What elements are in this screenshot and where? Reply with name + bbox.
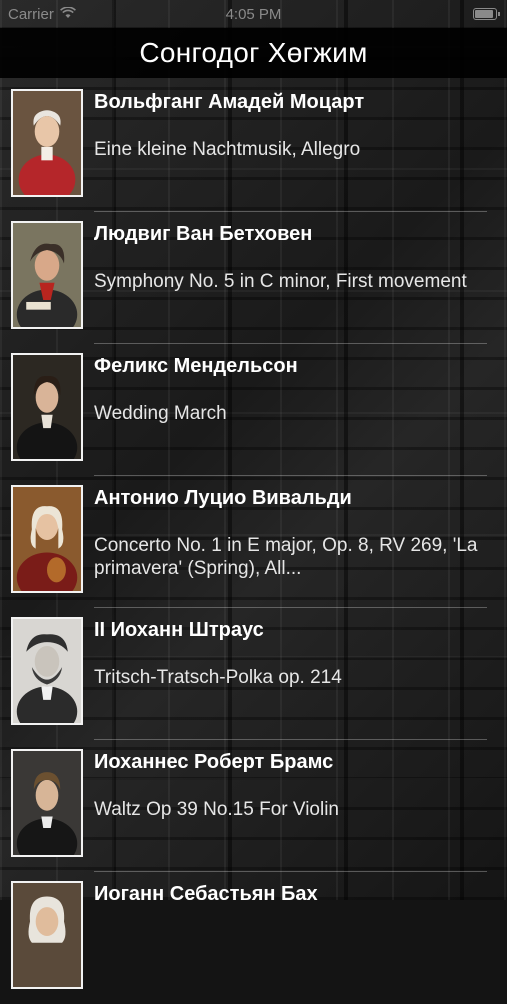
list-item-mozart[interactable]: Вольфганг Амадей Моцарт Eine kleine Nach… <box>0 80 507 212</box>
portrait-brahms <box>11 749 83 857</box>
composer-list[interactable]: Вольфганг Амадей Моцарт Eine kleine Nach… <box>0 80 507 1004</box>
page-title: Сонгодог Хөгжим <box>139 37 368 68</box>
composer-name: Иоганн Себастьян Бах <box>94 883 318 905</box>
composer-name: Вольфганг Амадей Моцарт <box>94 91 365 113</box>
piece-title: Tritsch-Tratsch-Polka op. 214 <box>94 667 342 688</box>
list-item-mendelssohn[interactable]: Феликс Мендельсон Wedding March <box>0 344 507 476</box>
status-time: 4:05 PM <box>225 6 282 23</box>
list-item-brahms[interactable]: Иоханнес Роберт Брамс Waltz Op 39 No.15 … <box>0 740 507 872</box>
portrait-strauss <box>11 617 83 725</box>
portrait-vivaldi <box>11 485 83 593</box>
navigation-bar: Сонгодог Хөгжим <box>0 28 507 78</box>
composer-name: Феликс Мендельсон <box>94 355 298 377</box>
portrait-mozart <box>11 89 83 197</box>
portrait-beethoven <box>11 221 83 329</box>
piece-title: Waltz Op 39 No.15 For Violin <box>94 799 339 820</box>
list-item-strauss[interactable]: II Иоханн Штраус Tritsch-Tratsch-Polka o… <box>0 608 507 740</box>
battery-icon <box>473 8 500 20</box>
list-item-bach[interactable]: Иоганн Себастьян Бах <box>0 872 507 1004</box>
composer-name: Иоханнес Роберт Брамс <box>94 751 334 773</box>
piece-title: Concerto No. 1 in E major, Op. 8, RV 269… <box>94 535 478 579</box>
list-item-vivaldi[interactable]: Антонио Луцио Вивальди Concerto No. 1 in… <box>0 476 507 608</box>
portrait-mendelssohn <box>11 353 83 461</box>
piece-title: Eine kleine Nachtmusik, Allegro <box>94 139 361 160</box>
piece-title: Wedding March <box>94 403 227 424</box>
status-bar: Carrier 4:05 PM <box>0 0 507 30</box>
portrait-bach <box>11 881 83 989</box>
piece-title: Symphony No. 5 in C minor, First movemen… <box>94 271 467 292</box>
composer-name: Людвиг Ван Бетховен <box>94 223 313 245</box>
composer-name: Антонио Луцио Вивальди <box>94 487 352 509</box>
composer-name: II Иоханн Штраус <box>94 619 264 641</box>
list-item-beethoven[interactable]: Людвиг Ван Бетховен Symphony No. 5 in C … <box>0 212 507 344</box>
